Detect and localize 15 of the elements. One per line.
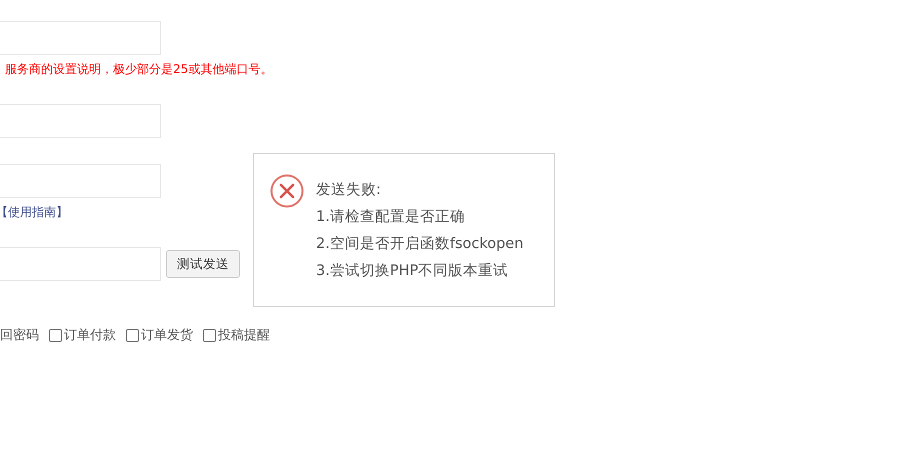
checkbox[interactable] bbox=[126, 328, 139, 342]
test-send-button[interactable]: 测试发送 bbox=[166, 250, 240, 278]
checkbox-label: 投稿提醒 bbox=[218, 327, 270, 344]
checkbox[interactable] bbox=[49, 328, 62, 342]
checkbox[interactable] bbox=[203, 328, 216, 342]
message-text: 3.尝试切换PHP不同版本重试 bbox=[316, 262, 510, 281]
message-text: 发送失败: bbox=[316, 181, 382, 200]
message-text: 1.请检查配置是否正确 bbox=[316, 208, 466, 227]
error-icon bbox=[270, 174, 304, 208]
hint-text: 服务商的设置说明，极少部分是25或其他端口号。 bbox=[5, 61, 274, 78]
checkbox-label: 订单发货 bbox=[141, 327, 193, 344]
checkbox-label: 订单付款 bbox=[64, 327, 116, 344]
message-text: 2.空间是否开启函数fsockopen bbox=[316, 234, 524, 254]
checkbox-label: 回密码 bbox=[0, 327, 39, 344]
guide-link[interactable]: 【使用指南】 bbox=[0, 204, 68, 221]
